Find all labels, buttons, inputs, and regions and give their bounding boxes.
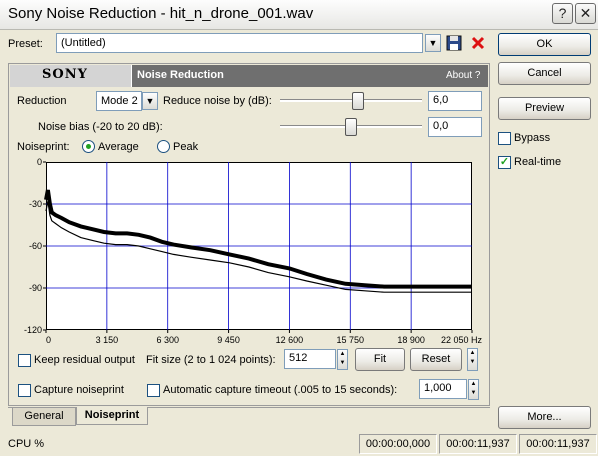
spin-up-icon: ▲ [469,350,476,356]
spin-up-icon: ▲ [470,381,477,387]
x-tick-label: 12 600 [276,335,304,345]
y-tick-label: 0 [37,157,42,167]
x-tick-label: 6 300 [156,335,179,345]
spin-up-icon: ▲ [339,351,346,357]
spin-down-icon: ▼ [469,359,476,365]
fit-size-label: Fit size (2 to 1 024 points): [146,354,276,366]
auto-capture-checkbox[interactable] [147,384,160,397]
y-tick-label: -60 [29,241,42,251]
graph-zoom-spinner[interactable]: ▲ ▼ [467,348,478,371]
series-line-0 [44,189,472,289]
tab-noiseprint[interactable]: Noiseprint [76,407,148,425]
cpu-label: CPU % [8,438,45,450]
reset-button[interactable]: Reset [410,348,462,371]
timeout-input[interactable]: 1,000 [419,379,467,399]
capture-noiseprint-checkbox[interactable] [18,384,31,397]
fit-button[interactable]: Fit [355,348,405,371]
spin-down-icon: ▼ [339,360,346,366]
fit-size-spinner[interactable]: ▲ ▼ [337,349,348,370]
x-tick-label: 22 050 Hz [441,335,483,345]
x-tick-label: 3 150 [96,335,119,345]
keep-residual-checkbox[interactable] [18,354,31,367]
status-time-length: 00:00:11,937 [519,434,597,454]
status-time-end: 00:00:11,937 [439,434,517,454]
x-tick-label: 18 900 [397,335,425,345]
tab-general[interactable]: General [12,408,76,426]
capture-noiseprint-label: Capture noiseprint [34,384,124,396]
status-time-start: 00:00:00,000 [359,434,437,454]
y-tick-label: -30 [29,199,42,209]
y-tick-label: -120 [24,325,42,335]
auto-capture-label: Automatic capture timeout (.005 to 15 se… [163,384,398,396]
x-tick-label: 9 450 [217,335,240,345]
spin-down-icon: ▼ [470,390,477,396]
x-tick-label: 15 750 [337,335,365,345]
y-tick-label: -90 [29,283,42,293]
fit-size-input[interactable]: 512 [284,349,336,369]
series-line-1 [45,201,472,293]
x-tick-label: 0 [46,335,51,345]
keep-residual-label: Keep residual output [34,354,135,366]
timeout-spinner[interactable]: ▲ ▼ [468,379,479,400]
